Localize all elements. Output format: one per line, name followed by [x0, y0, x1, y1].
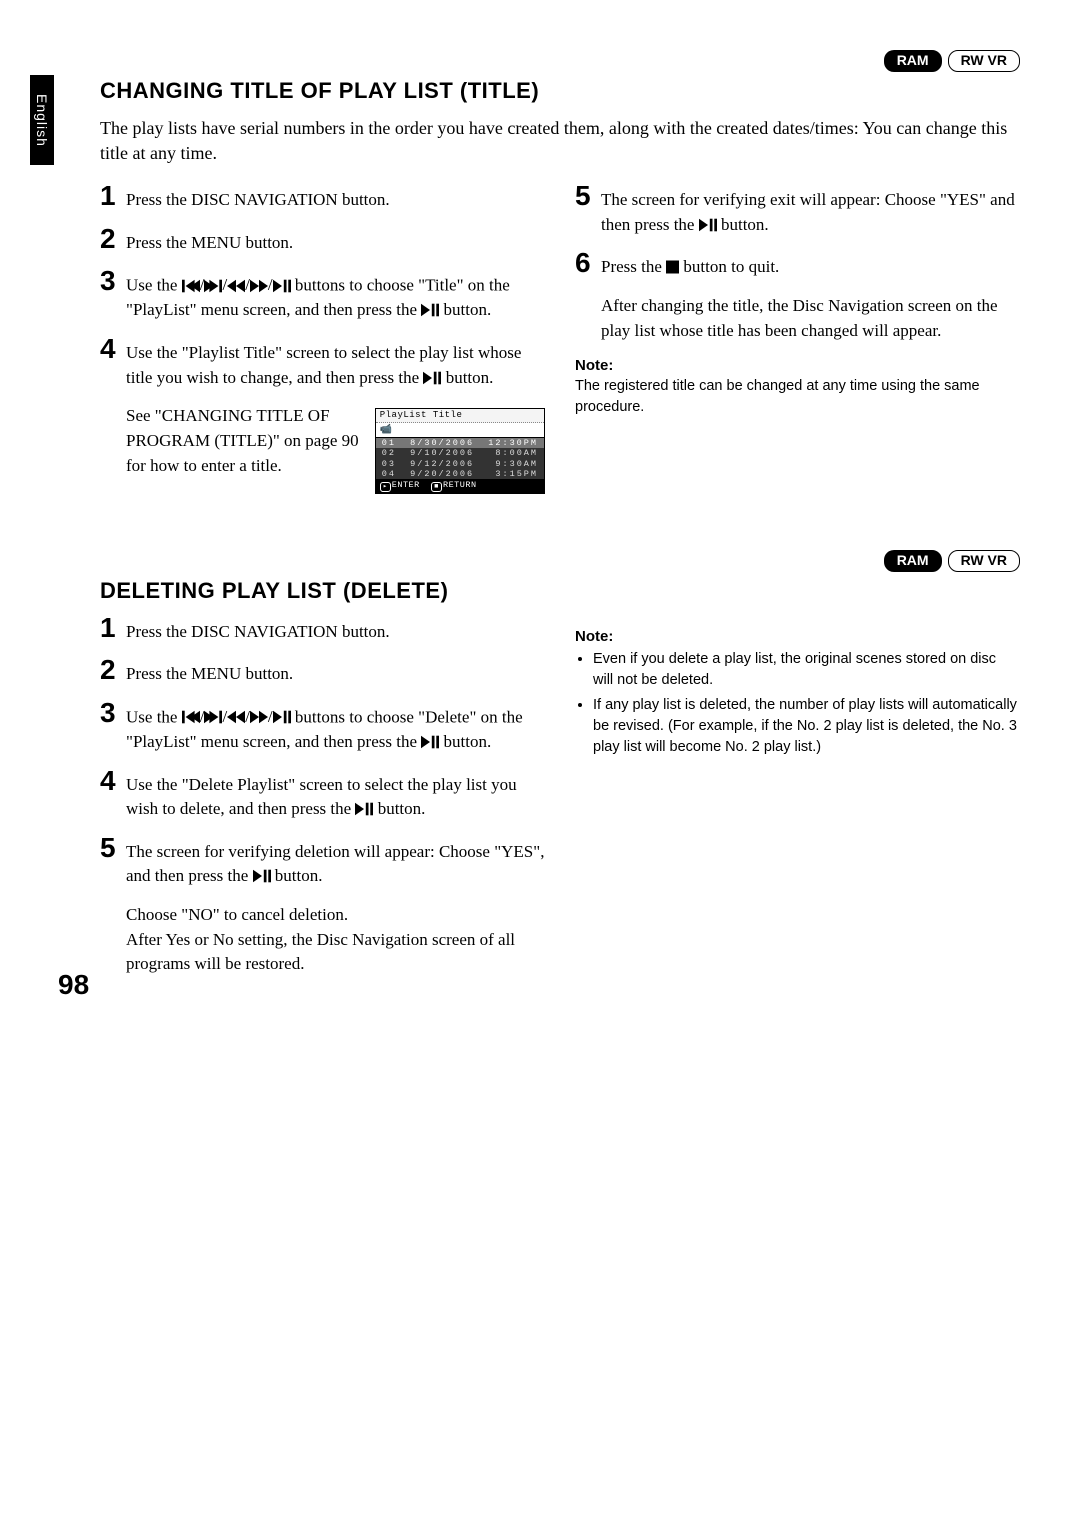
see-reference: See "CHANGING TITLE OF PROGRAM (TITLE)" … [126, 404, 365, 478]
prev-track-icon [182, 710, 200, 724]
play-pause-icon [699, 218, 717, 232]
enter-icon: ▸ [380, 482, 391, 492]
play-pause-icon [423, 371, 441, 385]
screenshot-row: 02 9/10/2006 8:00AM [376, 448, 544, 458]
language-tab: English [30, 75, 54, 165]
camera-icon: 📹 [376, 423, 544, 437]
note-bullet: Even if you delete a play list, the orig… [593, 649, 1020, 691]
next-track-icon [204, 279, 222, 293]
step-number: 5 [100, 834, 126, 862]
page-number: 98 [58, 969, 89, 1001]
badge-rwvr: RW VR [948, 550, 1020, 572]
s1-step6: 6 Press the button to quit. [575, 251, 1020, 280]
note-bullet: If any play list is deleted, the number … [593, 695, 1020, 758]
s1-step5: 5 The screen for verifying exit will app… [575, 184, 1020, 237]
s1-step4: 4 Use the "Playlist Title" screen to sel… [100, 337, 545, 390]
step-number: 1 [100, 614, 126, 642]
s2-step1: 1 Press the DISC NAVIGATION button. [100, 616, 545, 645]
stop-icon [666, 260, 679, 274]
play-pause-icon [421, 303, 439, 317]
note-text: The registered title can be changed at a… [575, 376, 1020, 418]
badge-row-1: RAM RW VR [100, 50, 1020, 72]
step-number: 4 [100, 335, 126, 363]
play-pause-icon [421, 735, 439, 749]
heading-delete: DELETING PLAY LIST (DELETE) [100, 578, 1020, 604]
nav-icons-group: //// [182, 705, 291, 730]
step-number: 6 [575, 249, 601, 277]
screenshot-row: 03 9/12/2006 9:30AM [376, 459, 544, 469]
nav-icons-group: //// [182, 273, 291, 298]
s1-step1: 1 Press the DISC NAVIGATION button. [100, 184, 545, 213]
note-list: Even if you delete a play list, the orig… [575, 649, 1020, 758]
note-heading: Note: [575, 357, 1020, 374]
step-number: 2 [100, 656, 126, 684]
playlist-title-screenshot: PlayList Title 📹 01 8/30/2006 12:30PM 02… [375, 408, 545, 494]
next-track-icon [204, 710, 222, 724]
screenshot-footer: ▸ENTER ■RETURN [376, 479, 544, 493]
rewind-icon [227, 710, 245, 724]
play-pause-icon [273, 279, 291, 293]
play-pause-icon [355, 802, 373, 816]
step-number: 1 [100, 182, 126, 210]
badge-ram: RAM [884, 550, 942, 572]
step-number: 5 [575, 182, 601, 210]
prev-track-icon [182, 279, 200, 293]
s2-step2: 2 Press the MENU button. [100, 658, 545, 687]
return-icon: ■ [431, 482, 442, 492]
fast-forward-icon [250, 279, 268, 293]
heading-change-title: CHANGING TITLE OF PLAY LIST (TITLE) [100, 78, 1020, 104]
badge-rwvr: RW VR [948, 50, 1020, 72]
s2-step3: 3 Use the //// buttons to choose "Delete… [100, 701, 545, 755]
play-pause-icon [253, 869, 271, 883]
after-change-note: After changing the title, the Disc Navig… [601, 294, 1020, 343]
screenshot-row: 04 9/20/2006 3:15PM [376, 469, 544, 479]
s1-step3: 3 Use the //// buttons to choose "Title"… [100, 269, 545, 323]
s2-step5: 5 The screen for verifying deletion will… [100, 836, 545, 889]
fast-forward-icon [250, 710, 268, 724]
screenshot-row: 01 8/30/2006 12:30PM [376, 438, 544, 448]
s1-step2: 2 Press the MENU button. [100, 227, 545, 256]
step-number: 3 [100, 699, 126, 727]
step-number: 2 [100, 225, 126, 253]
intro-change-title: The play lists have serial numbers in th… [100, 116, 1020, 166]
note-heading: Note: [575, 628, 1020, 645]
step-number: 4 [100, 767, 126, 795]
screenshot-title: PlayList Title [376, 409, 544, 423]
rewind-icon [227, 279, 245, 293]
step-number: 3 [100, 267, 126, 295]
s2-step5-extra: Choose "NO" to cancel deletion. After Ye… [126, 903, 545, 977]
play-pause-icon [273, 710, 291, 724]
badge-ram: RAM [884, 50, 942, 72]
s2-step4: 4 Use the "Delete Playlist" screen to se… [100, 769, 545, 822]
badge-row-2: RAM RW VR [100, 550, 1020, 572]
